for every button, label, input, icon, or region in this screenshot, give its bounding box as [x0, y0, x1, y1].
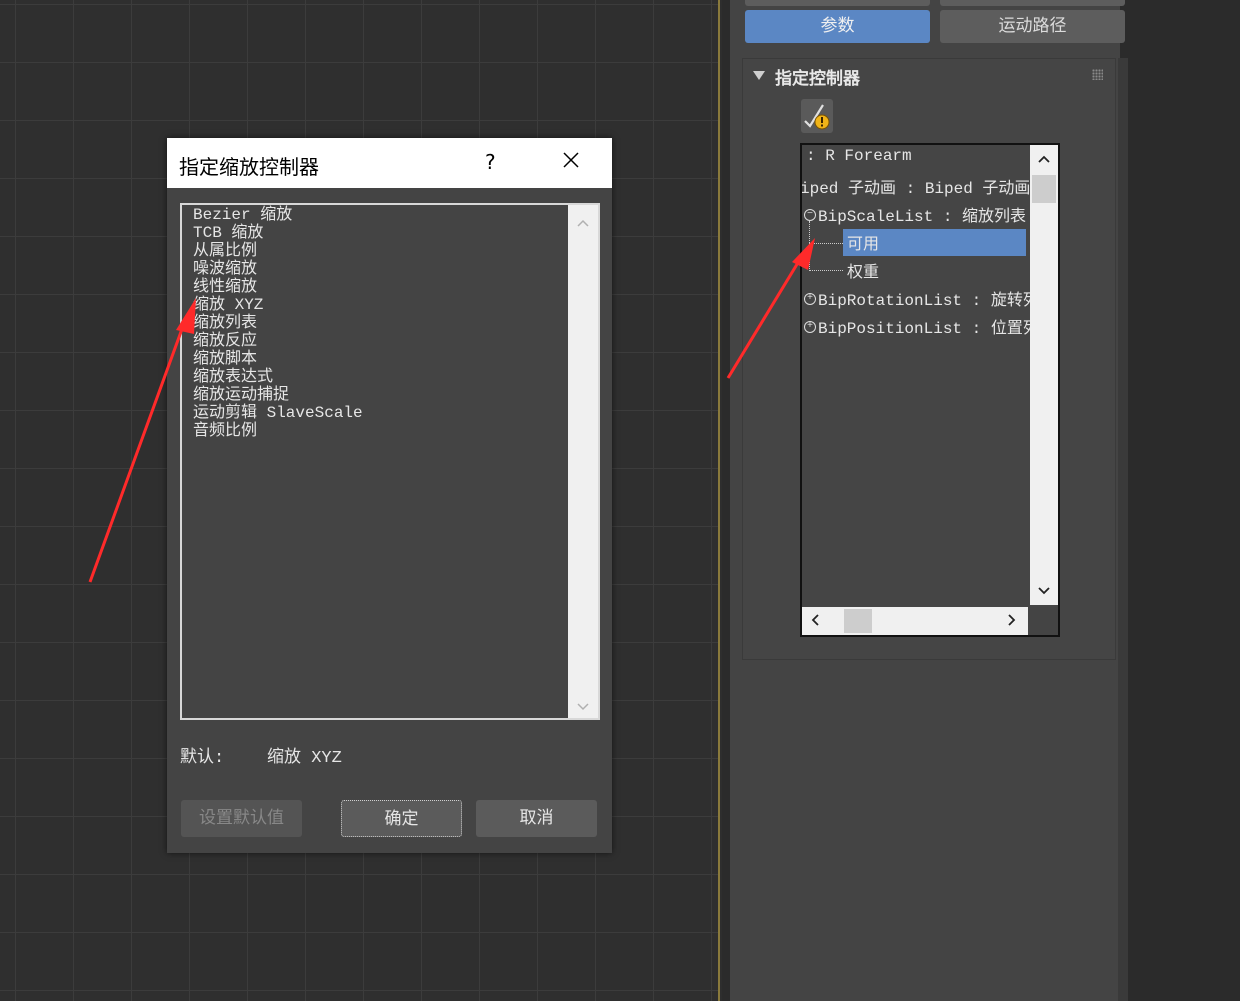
- assign-controller-icon: [804, 104, 830, 130]
- list-item[interactable]: 缩放列表: [193, 314, 257, 332]
- controller-tree[interactable]: : R Forearm iped 子动画 : Biped 子动画 − BipSc…: [800, 143, 1060, 637]
- ok-button[interactable]: 确定: [341, 800, 462, 837]
- chevron-left-icon[interactable]: [810, 613, 820, 632]
- list-item[interactable]: 缩放 XYZ: [193, 296, 263, 314]
- list-item[interactable]: 音频比例: [193, 422, 257, 440]
- list-vertical-scrollbar[interactable]: [568, 205, 598, 718]
- tree-row-weight[interactable]: 权重: [847, 258, 879, 282]
- tree-connector: [809, 221, 811, 271]
- panel-scrollbar[interactable]: [1118, 58, 1128, 1001]
- tree-row-biped-subanim[interactable]: iped 子动画 : Biped 子动画: [802, 174, 1030, 198]
- tree-row-available[interactable]: 可用: [847, 230, 879, 254]
- expand-icon[interactable]: +: [804, 293, 816, 305]
- collapse-arrow-icon[interactable]: [753, 71, 765, 80]
- assign-controller-button[interactable]: [801, 99, 833, 133]
- list-item[interactable]: 线性缩放: [193, 278, 257, 296]
- tree-row-bipscalelist[interactable]: BipScaleList : 缩放列表: [818, 202, 1026, 226]
- tree-horizontal-scrollbar[interactable]: [802, 607, 1028, 635]
- dialog-title: 指定缩放控制器: [179, 155, 319, 179]
- collapse-icon[interactable]: −: [804, 209, 816, 221]
- rollout-title[interactable]: 指定控制器: [775, 64, 860, 89]
- list-item[interactable]: 缩放运动捕捉: [193, 386, 289, 404]
- command-panel-body: 参数 运动路径 指定控制器 : R Forearm iped 子动画 : Bip…: [730, 0, 1128, 1001]
- chevron-down-icon[interactable]: [1037, 583, 1051, 601]
- chevron-right-icon[interactable]: [1007, 613, 1017, 632]
- assign-scale-controller-dialog: 指定缩放控制器 ? Bezier 缩放 TCB 缩放 从属比例 噪波缩放 线性缩…: [167, 138, 612, 853]
- command-panel: 参数 运动路径 指定控制器 : R Forearm iped 子动画 : Bip…: [722, 0, 1240, 1001]
- assign-controller-rollout: 指定控制器 : R Forearm iped 子动画 : Biped 子动画 −…: [742, 58, 1116, 660]
- chevron-down-icon[interactable]: [576, 699, 590, 717]
- tab-motion-paths[interactable]: 运动路径: [940, 10, 1125, 43]
- tree-row-biprotationlist[interactable]: BipRotationList : 旋转列表: [818, 286, 1055, 310]
- list-item[interactable]: 缩放反应: [193, 332, 257, 350]
- grip-icon[interactable]: [1092, 69, 1103, 80]
- tree-connector: [809, 270, 843, 271]
- cancel-button[interactable]: 取消: [476, 800, 597, 837]
- scroll-thumb[interactable]: [844, 609, 872, 633]
- expand-icon[interactable]: +: [804, 321, 816, 333]
- close-button[interactable]: [559, 148, 583, 178]
- default-label: 默认:: [180, 749, 225, 768]
- default-value: 缩放 XYZ: [267, 749, 342, 768]
- list-item[interactable]: 缩放脚本: [193, 350, 257, 368]
- tab-params[interactable]: 参数: [745, 10, 930, 43]
- list-item[interactable]: 噪波缩放: [193, 260, 257, 278]
- viewport-border: [718, 0, 720, 1001]
- help-button[interactable]: ?: [485, 150, 496, 174]
- tab-upper-right[interactable]: [940, 0, 1125, 6]
- list-item[interactable]: TCB 缩放: [193, 224, 263, 242]
- tree-row-forearm[interactable]: : R Forearm: [806, 147, 912, 165]
- dialog-titlebar[interactable]: 指定缩放控制器 ?: [167, 138, 612, 188]
- list-item[interactable]: 缩放表达式: [193, 368, 273, 386]
- chevron-up-icon[interactable]: [576, 215, 590, 233]
- list-item[interactable]: Bezier 缩放: [193, 206, 292, 224]
- tree-vertical-scrollbar[interactable]: [1030, 145, 1058, 605]
- list-item[interactable]: 从属比例: [193, 242, 257, 260]
- chevron-up-icon[interactable]: [1037, 151, 1051, 169]
- scrollbar-corner: [1030, 607, 1058, 635]
- tree-connector: [809, 243, 843, 244]
- tab-upper-left[interactable]: [745, 0, 930, 6]
- tree-row-bippositionlist[interactable]: BipPositionList : 位置列表: [818, 314, 1055, 338]
- scroll-thumb[interactable]: [1032, 175, 1056, 203]
- controller-list[interactable]: Bezier 缩放 TCB 缩放 从属比例 噪波缩放 线性缩放 缩放 XYZ 缩…: [180, 203, 600, 720]
- set-default-button[interactable]: 设置默认值: [181, 800, 302, 837]
- close-icon: [563, 152, 579, 168]
- list-item[interactable]: 运动剪辑 SlaveScale: [193, 404, 363, 422]
